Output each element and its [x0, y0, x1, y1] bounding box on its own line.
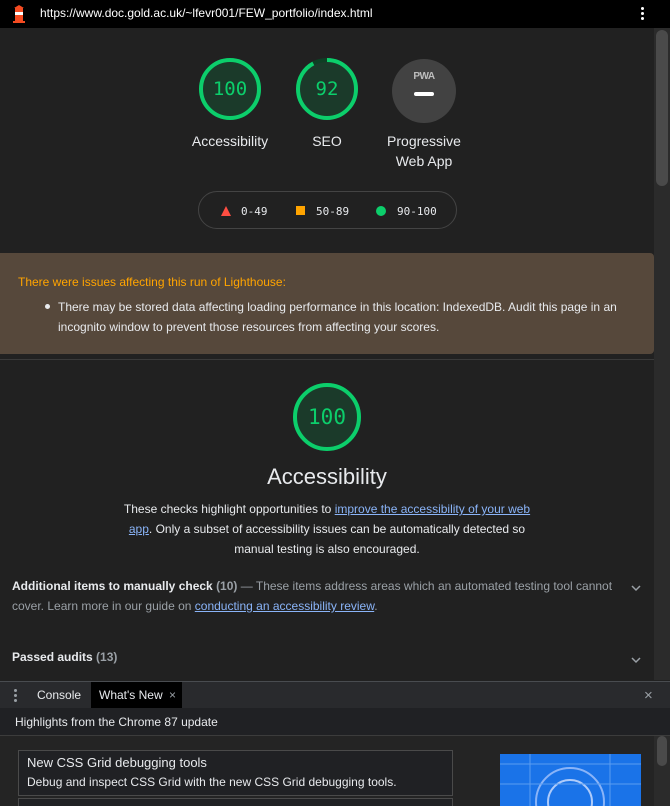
- scrollbar-thumb[interactable]: [656, 30, 668, 186]
- lighthouse-icon: [13, 5, 25, 23]
- page-url[interactable]: https://www.doc.gold.ac.uk/~lfevr001/FEW…: [40, 6, 373, 20]
- feature-card[interactable]: [18, 798, 453, 806]
- passed-count: (13): [96, 650, 118, 664]
- browser-bar: https://www.doc.gold.ac.uk/~lfevr001/FEW…: [0, 0, 670, 28]
- gauge-score: 92: [315, 78, 339, 100]
- more-icon[interactable]: [638, 6, 646, 22]
- category-title: Accessibility: [267, 464, 387, 489]
- desc-prefix: These checks highlight opportunities to: [123, 502, 335, 516]
- pwa-dash-icon: [414, 92, 434, 96]
- category-score: 100: [308, 405, 346, 429]
- chevron-down-icon[interactable]: [631, 655, 641, 665]
- score-legend: 0-49 50-89 90-100: [198, 191, 457, 229]
- gauge-score: 100: [212, 78, 248, 100]
- drawer-menu-icon[interactable]: [14, 689, 17, 704]
- close-drawer-icon[interactable]: ×: [644, 687, 653, 704]
- legend-pass: 90-100: [397, 205, 437, 218]
- average-square-icon: [296, 206, 305, 215]
- legend-average: 50-89: [316, 205, 350, 218]
- promo-image: [500, 754, 641, 806]
- divider: [0, 359, 654, 360]
- chevron-down-icon[interactable]: [631, 583, 641, 593]
- highlights-header: Highlights from the Chrome 87 update: [0, 708, 670, 736]
- scrollbar-thumb[interactable]: [657, 736, 667, 766]
- warning-item: There may be stored data affecting loadi…: [58, 300, 617, 334]
- drawer-tabbar: Console What's New × ×: [0, 681, 670, 708]
- manual-end: .: [374, 599, 378, 613]
- pass-circle-icon: [376, 206, 386, 216]
- fail-triangle-icon: [221, 206, 231, 216]
- desc-suffix: . Only a subset of accessibility issues …: [148, 522, 526, 556]
- pwa-logo-text: PWA: [413, 71, 435, 82]
- pwa-label-line1: Progressive: [387, 133, 461, 149]
- highlights-title: Highlights from the Chrome 87 update: [15, 715, 218, 729]
- tab-console[interactable]: Console: [28, 682, 90, 708]
- feature-title: New CSS Grid debugging tools: [27, 755, 207, 770]
- tab-whats-new-label: What's New: [99, 688, 163, 702]
- pwa-label: Progressive Web App: [364, 131, 484, 171]
- passed-audits-group[interactable]: Passed audits (13): [12, 650, 117, 664]
- category-gauge: 100: [291, 381, 363, 453]
- passed-title: Passed audits: [12, 650, 93, 664]
- tab-close-icon[interactable]: ×: [169, 682, 176, 708]
- category-description: These checks highlight opportunities to …: [120, 499, 534, 559]
- pwa-badge[interactable]: PWA: [392, 59, 456, 123]
- manual-title: Additional items to manually check: [12, 579, 213, 593]
- report-scrollbar[interactable]: [654, 28, 670, 680]
- feature-description: Debug and inspect CSS Grid with the new …: [27, 775, 397, 789]
- legend-fail: 0-49: [241, 205, 268, 218]
- seo-gauge[interactable]: 92: [294, 56, 360, 122]
- drawer-scrollbar[interactable]: [654, 736, 670, 806]
- manual-count: (10): [216, 579, 238, 593]
- accessibility-review-link[interactable]: conducting an accessibility review: [195, 599, 374, 613]
- warning-title: There were issues affecting this run of …: [18, 275, 286, 289]
- manual-checks-group[interactable]: Additional items to manually check (10) …: [12, 576, 622, 616]
- pwa-label-line2: Web App: [395, 153, 453, 169]
- bullet-icon: [45, 304, 50, 309]
- accessibility-gauge[interactable]: 100: [197, 56, 263, 122]
- tab-whats-new[interactable]: What's New ×: [91, 682, 182, 708]
- run-warnings: There were issues affecting this run of …: [0, 253, 654, 354]
- feature-card[interactable]: New CSS Grid debugging tools Debug and i…: [18, 750, 453, 796]
